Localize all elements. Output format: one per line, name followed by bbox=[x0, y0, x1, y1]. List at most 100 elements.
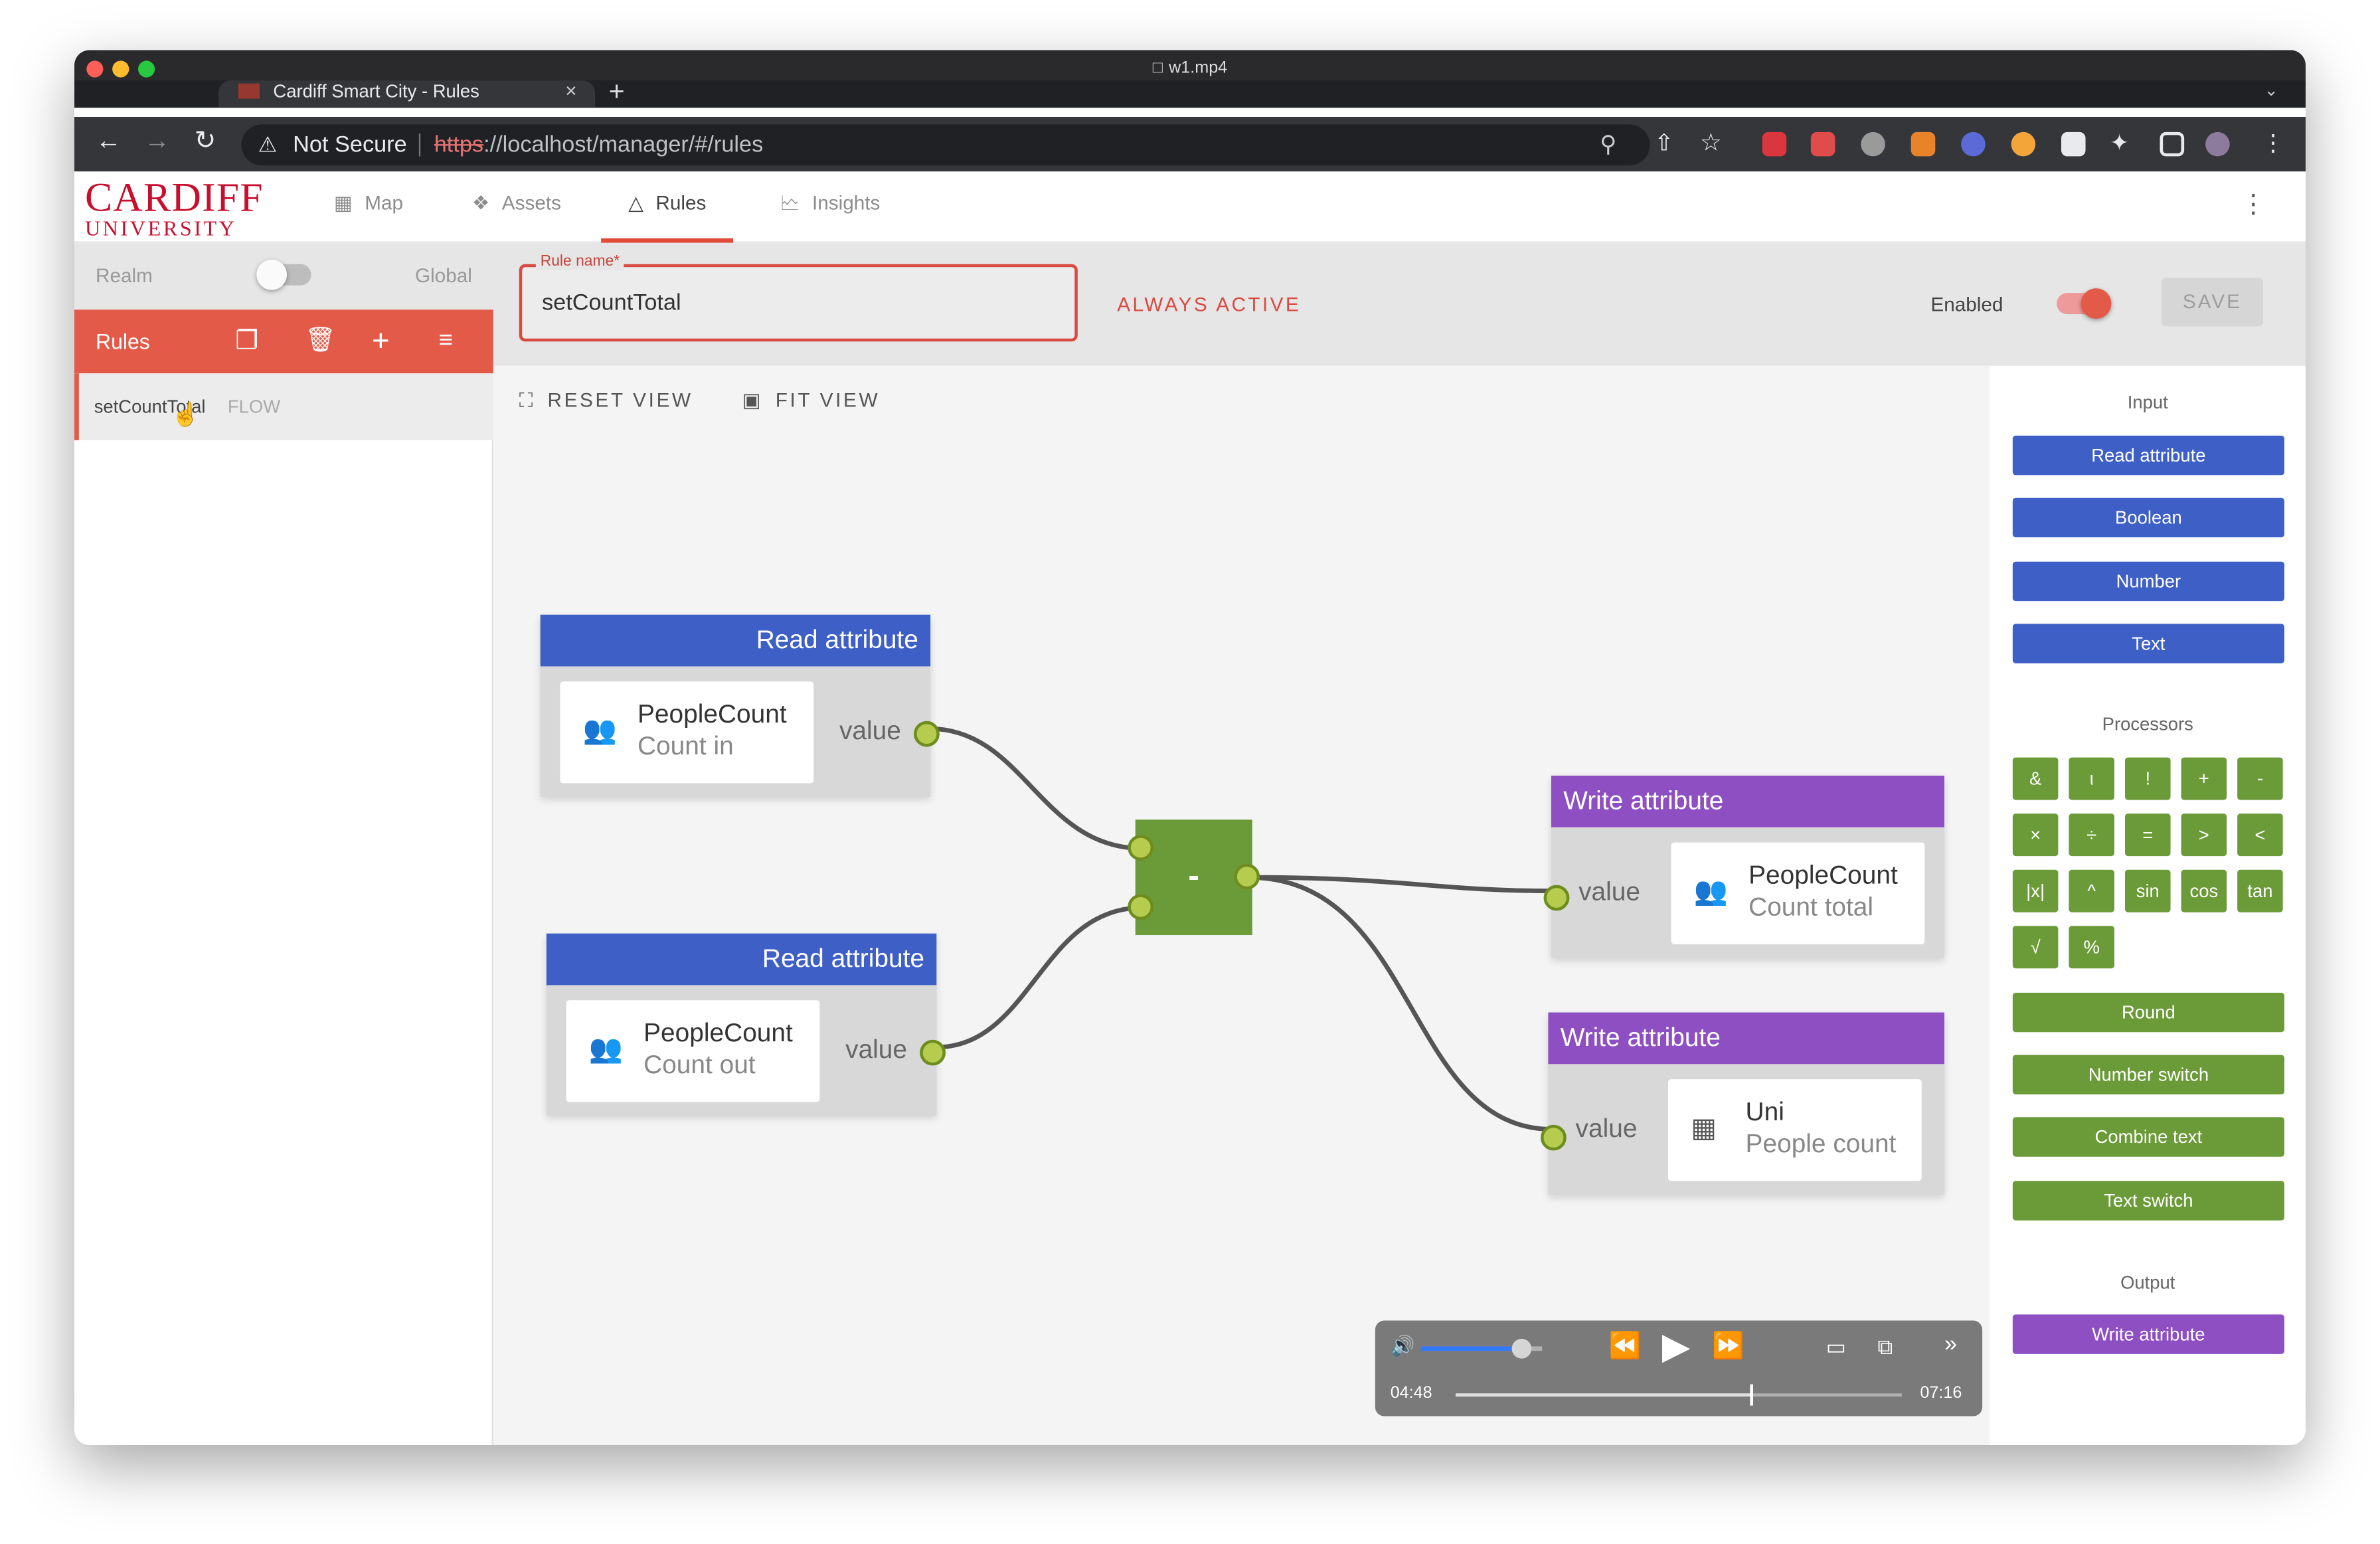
address-bar[interactable]: ⚠ Not Secure https://localhost/manager/#… bbox=[241, 124, 1650, 166]
tab-map[interactable]: ▦ Map bbox=[334, 171, 403, 242]
rewind-icon[interactable]: ⏪ bbox=[1609, 1331, 1641, 1362]
op-multiply-button[interactable]: × bbox=[2012, 814, 2059, 857]
op-less-button[interactable]: < bbox=[2237, 814, 2283, 857]
op-tan-button[interactable]: tan bbox=[2237, 869, 2283, 912]
zoom-icon[interactable]: ⚲ bbox=[1600, 124, 1616, 165]
metamask-icon[interactable] bbox=[1911, 131, 1936, 157]
palette-boolean-button[interactable]: Boolean bbox=[2012, 497, 2284, 538]
airplay-icon[interactable]: ▭ bbox=[1826, 1334, 1846, 1360]
read-attribute-node-in[interactable]: Read attribute 👥 PeopleCount Count in va… bbox=[540, 614, 940, 797]
write-attribute-node-uni[interactable]: Write attribute value ▦ Uni People count bbox=[1540, 1012, 1944, 1195]
op-equals-button[interactable]: = bbox=[2124, 814, 2171, 857]
minimize-window-button[interactable] bbox=[112, 60, 129, 78]
extension-blue-icon[interactable] bbox=[1961, 131, 1986, 157]
zoom-window-button[interactable] bbox=[137, 60, 155, 78]
subtract-operator-node[interactable]: - bbox=[1128, 819, 1260, 935]
fast-forward-icon[interactable]: ⏩ bbox=[1712, 1331, 1744, 1362]
wire-in-to-op bbox=[928, 726, 1144, 851]
tab-search-chevron-icon[interactable]: ⌄ bbox=[2264, 80, 2278, 100]
palette-number-button[interactable]: Number bbox=[2012, 561, 2284, 602]
input-port[interactable] bbox=[1543, 885, 1570, 911]
share-icon[interactable]: ⇧ bbox=[1654, 129, 1673, 157]
volume-icon[interactable]: 🔊 bbox=[1391, 1334, 1415, 1359]
seek-playhead[interactable] bbox=[1750, 1384, 1754, 1406]
back-icon[interactable]: ← bbox=[96, 126, 122, 157]
extension-white-icon[interactable] bbox=[2061, 131, 2086, 157]
adblock-icon[interactable] bbox=[1762, 131, 1787, 157]
extension-orange-icon[interactable] bbox=[2011, 131, 2036, 157]
output-port[interactable] bbox=[920, 1039, 946, 1066]
picture-in-picture-icon[interactable]: ⧉ bbox=[1877, 1334, 1893, 1360]
op-power-button[interactable]: ^ bbox=[2069, 869, 2114, 912]
asset-name: PeopleCount bbox=[637, 699, 787, 729]
sort-icon[interactable]: ≡ bbox=[439, 309, 453, 373]
op-cos-button[interactable]: cos bbox=[2181, 869, 2227, 912]
side-panel-icon[interactable] bbox=[2160, 131, 2185, 157]
extensions-puzzle-icon[interactable]: ✦ bbox=[2110, 129, 2129, 157]
copy-icon[interactable]: ❐ bbox=[235, 309, 258, 373]
reload-icon[interactable]: ↻ bbox=[195, 126, 216, 157]
op-greater-button[interactable]: > bbox=[2181, 814, 2227, 857]
op-and-button[interactable]: & bbox=[2012, 757, 2059, 800]
palette-read-attribute-button[interactable]: Read attribute bbox=[2012, 435, 2284, 475]
add-icon[interactable]: + bbox=[372, 309, 390, 373]
op-sqrt-button[interactable]: √ bbox=[2012, 926, 2059, 969]
always-active-button[interactable]: ALWAYS ACTIVE bbox=[1117, 293, 1301, 315]
node-body: value ▦ Uni People count bbox=[1540, 1064, 1944, 1195]
op-subtract-button[interactable]: - bbox=[2237, 757, 2283, 800]
more-controls-icon[interactable]: » bbox=[1944, 1331, 1957, 1357]
tab-rules[interactable]: △ Rules bbox=[600, 171, 734, 243]
op-not-button[interactable]: ! bbox=[2124, 757, 2171, 800]
op-sin-button[interactable]: sin bbox=[2124, 869, 2171, 912]
play-icon[interactable]: ▶ bbox=[1662, 1325, 1690, 1369]
asset-card[interactable]: 👥 PeopleCount Count out bbox=[566, 1000, 820, 1102]
op-or-button[interactable]: ι bbox=[2069, 757, 2114, 800]
palette-round-button[interactable]: Round bbox=[2012, 992, 2284, 1033]
close-tab-icon[interactable]: × bbox=[565, 80, 576, 102]
flow-canvas[interactable]: ⛶ RESET VIEW ▣ FIT VIEW Read attribute 👥 P… bbox=[493, 365, 1990, 1445]
asset-card[interactable]: ▦ Uni People count bbox=[1667, 1079, 1922, 1181]
rule-name-input[interactable]: setCountTotal bbox=[542, 290, 681, 316]
palette-write-attribute-button[interactable]: Write attribute bbox=[2012, 1314, 2284, 1354]
op-modulo-button[interactable]: % bbox=[2069, 926, 2114, 969]
tab-insights[interactable]: 🗠 Insights bbox=[780, 171, 881, 242]
rule-name-field[interactable]: Rule name* setCountTotal bbox=[519, 253, 1078, 342]
palette-combine-text-button[interactable]: Combine text bbox=[2012, 1117, 2284, 1157]
write-attribute-node-total[interactable]: Write attribute value 👥 PeopleCount Coun… bbox=[1543, 775, 1944, 958]
enabled-toggle[interactable] bbox=[2057, 288, 2112, 319]
extension-red-icon[interactable] bbox=[1810, 131, 1835, 157]
app-menu-icon[interactable]: ⋮ bbox=[2241, 190, 2266, 220]
output-port[interactable] bbox=[913, 721, 940, 747]
realm-global-toggle[interactable] bbox=[256, 259, 311, 290]
read-attribute-node-out[interactable]: Read attribute 👥 PeopleCount Count out v… bbox=[546, 933, 946, 1116]
op-divide-button[interactable]: ÷ bbox=[2069, 814, 2114, 857]
volume-knob[interactable] bbox=[1511, 1338, 1531, 1359]
browser-tab[interactable]: Cardiff Smart City - Rules × bbox=[218, 80, 595, 108]
node-body: 👥 PeopleCount Count out value bbox=[547, 985, 946, 1116]
input-port[interactable] bbox=[1540, 1124, 1567, 1151]
browser-menu-icon[interactable]: ⋮ bbox=[2262, 129, 2284, 157]
tab-map-label: Map bbox=[365, 191, 404, 214]
palette-number-switch-button[interactable]: Number switch bbox=[2012, 1055, 2284, 1094]
close-window-button[interactable] bbox=[86, 60, 104, 78]
input-port-b[interactable] bbox=[1128, 894, 1154, 920]
output-port[interactable] bbox=[1234, 863, 1260, 890]
op-abs-button[interactable]: |x| bbox=[2012, 869, 2059, 912]
new-tab-icon[interactable]: + bbox=[609, 76, 625, 108]
bookmark-star-icon[interactable]: ☆ bbox=[1700, 128, 1722, 158]
extension-gray-icon[interactable] bbox=[1861, 131, 1885, 157]
forward-icon[interactable]: → bbox=[144, 126, 170, 157]
palette-text-switch-button[interactable]: Text switch bbox=[2012, 1181, 2284, 1221]
palette-text-button[interactable]: Text bbox=[2012, 624, 2284, 663]
rule-list-item[interactable]: setCountTotal FLOW ☝ bbox=[74, 373, 493, 440]
asset-card[interactable]: 👥 PeopleCount Count in bbox=[560, 681, 814, 784]
profile-avatar-icon[interactable] bbox=[2205, 131, 2230, 157]
seek-fill bbox=[1455, 1393, 1750, 1397]
op-add-button[interactable]: + bbox=[2181, 757, 2227, 800]
input-port-a[interactable] bbox=[1128, 835, 1154, 861]
delete-icon[interactable]: 🗑 bbox=[305, 309, 335, 373]
tab-assets[interactable]: ❖ Assets bbox=[472, 171, 561, 242]
address-divider bbox=[418, 133, 421, 157]
save-button[interactable]: SAVE bbox=[2161, 278, 2263, 327]
asset-card[interactable]: 👥 PeopleCount Count total bbox=[1671, 842, 1925, 944]
